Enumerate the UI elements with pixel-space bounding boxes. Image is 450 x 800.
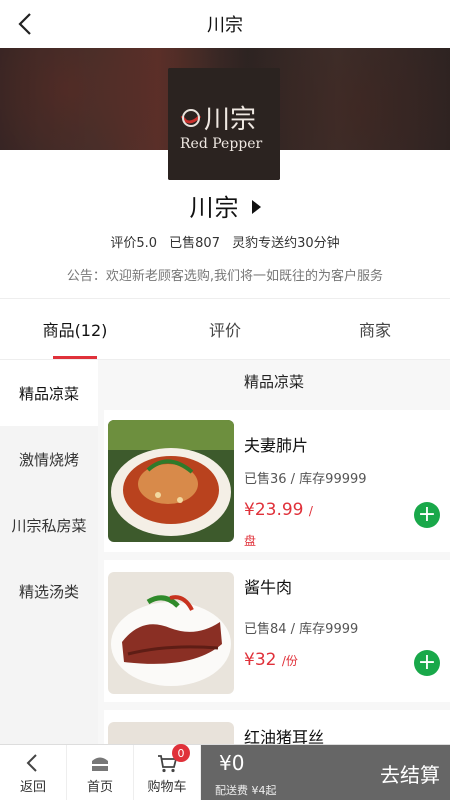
category-item-cold-dishes[interactable]: 精品凉菜	[0, 360, 98, 426]
add-to-cart-button[interactable]: +	[414, 650, 440, 676]
product-image	[108, 722, 234, 744]
delivery-fee: 配送费 ¥4起	[215, 784, 277, 797]
product-image	[108, 420, 234, 542]
price-unit: /份	[281, 654, 298, 668]
category-item-soups[interactable]: 精选汤类	[0, 558, 98, 624]
product-card[interactable]: 酱牛肉 已售84 / 库存9999 ¥32 /份 +	[104, 560, 450, 702]
home-label: 首页	[86, 779, 113, 795]
shop-name-link[interactable]: 川宗	[0, 188, 450, 223]
sold-text: 已售807	[169, 236, 220, 251]
back-button[interactable]	[12, 10, 40, 38]
page-title: 川宗	[207, 15, 243, 36]
cart-total: ¥0	[219, 751, 245, 775]
shop-notice: 公告：欢迎新老顾客选购,我们将一如既往的为客户服务	[66, 269, 384, 284]
home-button[interactable]: 首页	[67, 745, 134, 800]
product-list: 精品凉菜 夫妻肺片 已售36 / 库存99999 ¥23.99 / 盘 + 酱牛…	[98, 360, 450, 744]
home-icon	[92, 757, 108, 771]
plus-icon: +	[417, 502, 437, 527]
svg-text:川宗: 川宗	[204, 105, 256, 135]
add-to-cart-button[interactable]: +	[414, 502, 440, 528]
product-meta: 已售84 / 库存9999	[244, 622, 359, 637]
price-value: ¥23.99	[244, 500, 304, 520]
back-label: 返回	[19, 779, 46, 795]
product-price: ¥23.99 /	[244, 500, 313, 520]
product-name: 红油猪耳丝	[244, 728, 325, 744]
category-item-house-specials[interactable]: 川宗私房菜	[0, 492, 98, 558]
product-card[interactable]: 红油猪耳丝	[104, 710, 450, 744]
plus-icon: +	[417, 650, 437, 675]
section-title: 精品凉菜	[98, 360, 450, 402]
product-image	[108, 572, 234, 694]
tab-reviews[interactable]: 评价	[150, 299, 300, 359]
category-item-bbq[interactable]: 激情烧烤	[0, 426, 98, 492]
chevron-left-icon	[26, 753, 37, 772]
rating-text: 评价5.0	[110, 236, 158, 251]
shop-logo: 川宗 Red Pepper	[168, 68, 280, 180]
product-price: ¥32 /份	[244, 650, 298, 670]
top-bar: 川宗	[0, 0, 450, 48]
tab-products[interactable]: 商品(12)	[0, 299, 150, 359]
product-meta: 已售36 / 库存99999	[244, 472, 367, 487]
shop-stats: 评价5.0 已售807 灵豹专送约30分钟	[0, 232, 450, 251]
product-name: 酱牛肉	[244, 578, 293, 597]
chevron-left-icon	[18, 13, 31, 35]
product-name: 夫妻肺片	[244, 436, 309, 455]
caret-right-icon	[251, 200, 261, 214]
price-unit: 盘	[244, 534, 257, 548]
price-value: ¥32	[244, 650, 277, 670]
cart-count-badge: 0	[172, 744, 190, 762]
tab-merchant[interactable]: 商家	[300, 299, 450, 359]
price-separator: /	[308, 504, 313, 518]
cart-summary: ¥0 配送费 ¥4起 去结算	[201, 745, 450, 800]
shop-name: 川宗	[189, 194, 240, 222]
back-nav-button[interactable]: 返回	[0, 745, 67, 800]
checkout-button[interactable]: 去结算	[380, 759, 440, 788]
shop-tabs: 商品(12) 评价 商家	[0, 298, 450, 360]
bottom-bar: 返回 首页 购物车 0 ¥0 配送费 ¥4起 去结算	[0, 744, 450, 800]
product-card[interactable]: 夫妻肺片 已售36 / 库存99999 ¥23.99 / 盘 +	[104, 410, 450, 552]
cart-label: 购物车	[147, 779, 187, 795]
cart-button[interactable]: 购物车 0	[134, 744, 201, 800]
category-menu: 精品凉菜 激情烧烤 川宗私房菜 精选汤类	[0, 360, 98, 744]
shop-header: 川宗 Red Pepper 川宗 评价5.0 已售807 灵豹专送约30分钟 公…	[0, 48, 450, 298]
svg-text:Red Pepper: Red Pepper	[180, 136, 263, 152]
delivery-text: 灵豹专送约30分钟	[232, 236, 340, 251]
